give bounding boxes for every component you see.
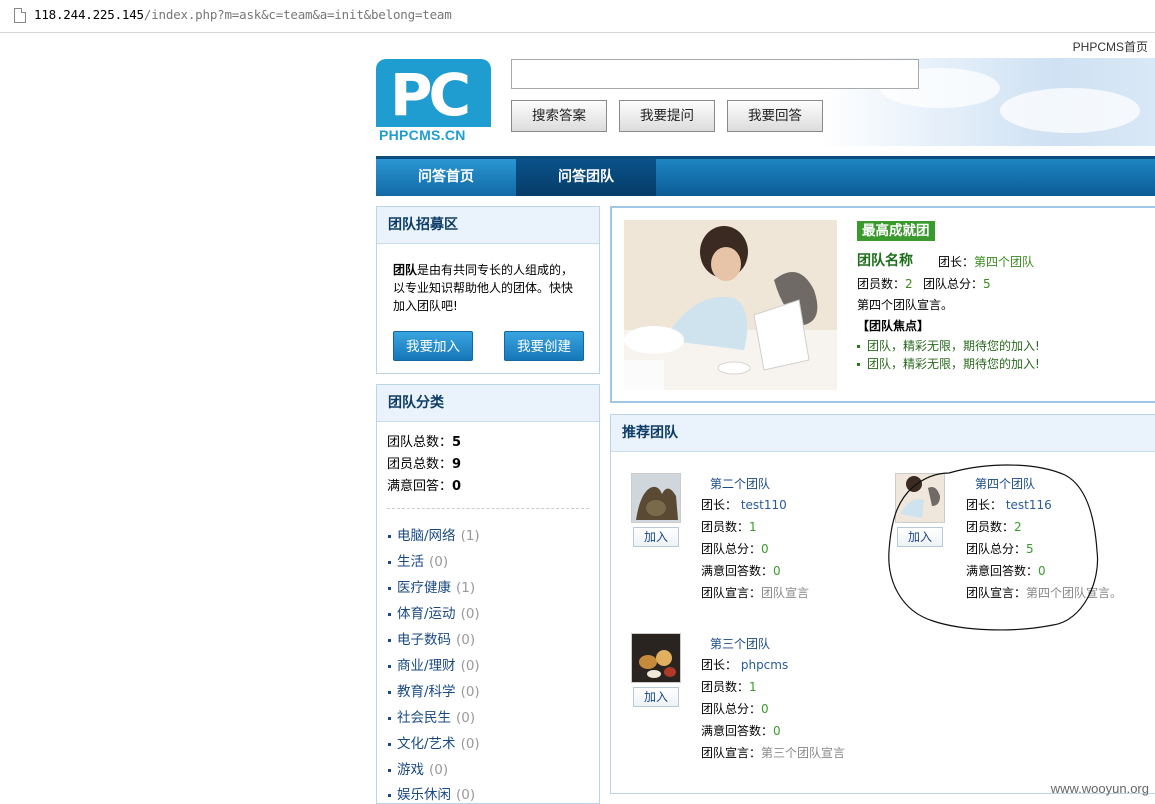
category-item[interactable]: 电子数码 (0): [388, 628, 475, 648]
featured-members: 团员数：2: [857, 277, 913, 291]
stat-member-total: 团员总数：9: [387, 457, 462, 472]
featured-team-panel: 最高成就团 团队名称 团长：第四个团队 团员数：2 团队总分：5 第四个团队宣言…: [610, 206, 1155, 403]
category-item[interactable]: 电脑/网络 (1): [388, 524, 480, 544]
site-logo[interactable]: PC PHPCMS.CN: [376, 59, 491, 145]
recommended-panel: 推荐团队 加入 第二个团队 团长： test110 团员数：1 团队总分：0 满…: [610, 414, 1155, 794]
join-team-button[interactable]: 加入: [633, 687, 679, 707]
category-item[interactable]: 医疗健康 (1): [388, 576, 475, 596]
search-answer-button[interactable]: 搜索答案: [511, 100, 607, 132]
logo-letters: PC: [390, 61, 471, 127]
join-team-button[interactable]: 我要加入: [393, 331, 473, 361]
recruit-panel: 团队招募区 团队是由有共同专长的人组成的，以专业知识帮助他人的团体。快快加入团队…: [376, 206, 600, 374]
team-info: 团长： test110 团员数：1 团队总分：0 满意回答数：0 团队宣言：团队…: [701, 498, 810, 600]
team-avatar[interactable]: [631, 473, 681, 523]
team-name-link[interactable]: 第二个团队: [710, 475, 770, 492]
page-icon: [14, 8, 26, 23]
featured-focus-item[interactable]: 团队，精彩无限，期待您的加入!: [857, 337, 1040, 354]
team-avatar[interactable]: [631, 633, 681, 683]
recommended-panel-title: 推荐团队: [611, 415, 1155, 452]
team-name-link[interactable]: 第三个团队: [710, 635, 770, 652]
stat-satisfied-answers: 满意回答：0: [387, 479, 462, 494]
team-info: 团长： phpcms 团员数：1 团队总分：0 满意回答数：0 团队宣言：第三个…: [701, 658, 846, 760]
featured-photo-illustration: [624, 220, 837, 390]
category-item[interactable]: 体育/运动 (0): [388, 602, 480, 622]
recruit-intro: 团队是由有共同专长的人组成的，以专业知识帮助他人的团体。快快加入团队吧!: [393, 263, 574, 313]
recruit-panel-title: 团队招募区: [377, 207, 599, 244]
stat-team-total: 团队总数：5: [387, 435, 462, 450]
category-item[interactable]: 教育/科学 (0): [388, 680, 480, 700]
join-team-button[interactable]: 加入: [633, 527, 679, 547]
top-achievement-badge: 最高成就团: [857, 221, 935, 241]
category-item[interactable]: 商业/理财 (0): [388, 654, 480, 674]
category-panel: 团队分类 团队总数：5 团员总数：9 满意回答：0 电脑/网络 (1) 生活 (0)…: [376, 384, 600, 804]
featured-focus-item[interactable]: 团队，精彩无限，期待您的加入!: [857, 355, 1040, 372]
featured-score: 团队总分：5: [923, 277, 991, 291]
featured-declaration: 第四个团队宣言。: [857, 298, 954, 312]
category-item[interactable]: 社会民生 (0): [388, 706, 475, 726]
featured-leader: 团长：第四个团队: [938, 255, 1035, 269]
category-divider: [387, 508, 589, 509]
answer-question-button[interactable]: 我要回答: [727, 100, 823, 132]
tab-qa-home[interactable]: 问答首页: [376, 159, 516, 196]
category-item[interactable]: 文化/艺术 (0): [388, 732, 480, 752]
watermark-text: www.wooyun.org: [1050, 781, 1149, 796]
featured-team-photo[interactable]: [624, 220, 837, 390]
featured-team-name-label: 团队名称: [857, 253, 913, 269]
hand-drawn-circle-annotation: [888, 464, 1099, 631]
url-text[interactable]: 118.244.225.145/index.php?m=ask&c=team&a…: [34, 7, 452, 22]
address-bar[interactable]: 118.244.225.145/index.php?m=ask&c=team&a…: [0, 0, 1155, 33]
search-input[interactable]: [511, 59, 919, 89]
create-team-button[interactable]: 我要创建: [504, 331, 584, 361]
ask-question-button[interactable]: 我要提问: [619, 100, 715, 132]
logo-subtitle: PHPCMS.CN: [379, 127, 466, 143]
featured-leader-link[interactable]: 第四个团队: [974, 255, 1034, 269]
featured-focus-title: 【团队焦点】: [857, 319, 930, 333]
category-panel-title: 团队分类: [377, 385, 599, 422]
logo-box: PC: [376, 59, 491, 127]
main-nav: 问答首页 问答团队: [376, 156, 1155, 196]
category-item[interactable]: 游戏 (0): [388, 758, 448, 778]
phpcms-home-link[interactable]: PHPCMS首页: [1073, 38, 1148, 55]
category-item[interactable]: 娱乐休闲 (0): [388, 783, 475, 803]
category-item[interactable]: 生活 (0): [388, 550, 448, 570]
tab-qa-team[interactable]: 问答团队: [516, 159, 656, 196]
